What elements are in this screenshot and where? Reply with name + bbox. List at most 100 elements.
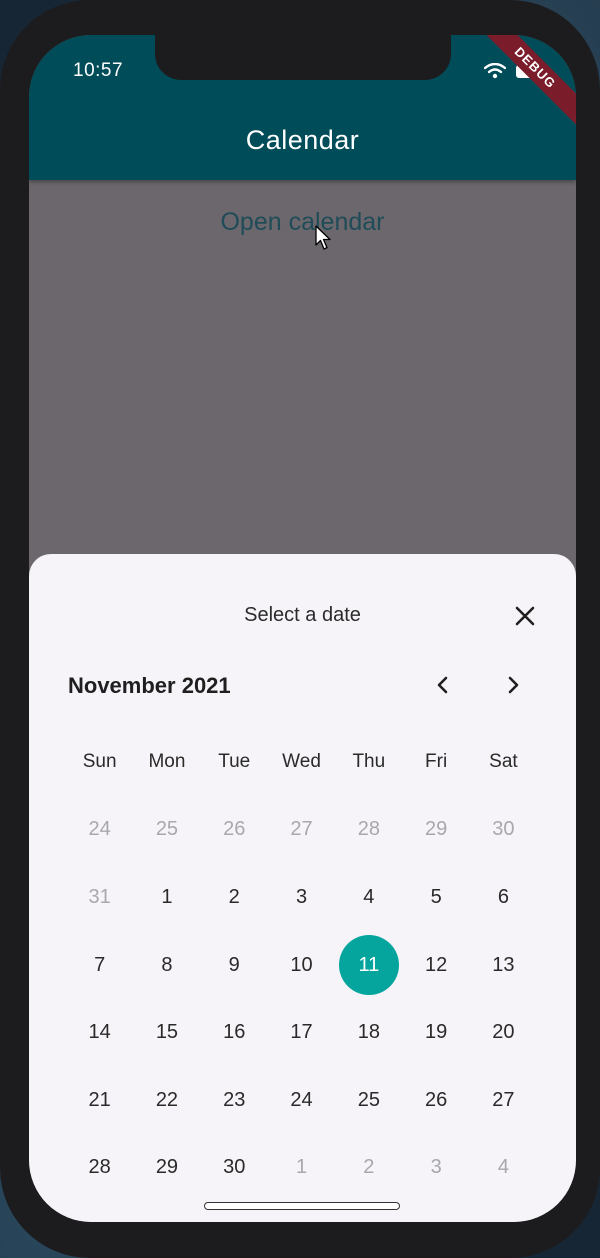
calendar-day[interactable]: 2 <box>335 1137 402 1197</box>
calendar-day[interactable]: 3 <box>268 867 335 927</box>
calendar-day-number: 23 <box>223 1088 246 1111</box>
calendar-day-number: 6 <box>497 885 509 908</box>
calendar-day[interactable]: 27 <box>470 1070 537 1130</box>
calendar-day-number: 15 <box>155 1020 179 1043</box>
calendar-day-number: 9 <box>228 953 240 976</box>
calendar-day-number: 31 <box>88 885 111 908</box>
mouse-pointer-icon <box>315 225 331 250</box>
calendar-day[interactable]: 18 <box>335 1002 402 1062</box>
weekday-label: Sat <box>489 751 518 772</box>
calendar-day-number: 3 <box>295 885 308 908</box>
calendar-day-number: 19 <box>425 1020 448 1043</box>
calendar-day[interactable]: 4 <box>335 867 402 927</box>
chevron-right-icon[interactable] <box>501 673 525 697</box>
calendar-day-number: 25 <box>155 817 179 840</box>
weekday-label: Sun <box>82 751 117 772</box>
sheet-title: Select a date <box>244 604 361 626</box>
date-picker-sheet: Select a date November 2021 Sun Mon Tue … <box>29 554 576 1222</box>
calendar-day[interactable]: 26 <box>402 1070 469 1130</box>
calendar-day-number: 12 <box>425 953 448 976</box>
calendar-day[interactable]: 5 <box>402 867 469 927</box>
calendar-day[interactable]: 27 <box>268 799 335 859</box>
calendar-week-row: 21 22 23 24 25 26 27 <box>66 1070 537 1130</box>
weekday-label: Fri <box>425 751 448 772</box>
calendar-week-row: 14 15 16 17 18 19 20 <box>66 1002 537 1062</box>
open-calendar-button[interactable]: Open calendar <box>29 208 576 237</box>
weekday-label: Wed <box>282 751 321 772</box>
calendar-day[interactable]: 26 <box>201 799 268 859</box>
calendar-day[interactable]: 19 <box>402 1002 469 1062</box>
calendar-day[interactable]: 15 <box>133 1002 200 1062</box>
calendar-day[interactable]: 6 <box>470 867 537 927</box>
calendar-day[interactable]: 16 <box>201 1002 268 1062</box>
calendar-day[interactable]: 21 <box>66 1070 133 1130</box>
calendar-day-number: 30 <box>223 1155 246 1178</box>
calendar-day[interactable]: 9 <box>201 935 268 995</box>
weekday-label: Mon <box>148 751 186 772</box>
calendar-day-number: 22 <box>155 1088 179 1111</box>
calendar-day-number: 26 <box>425 1088 448 1111</box>
app-bar-title: Calendar <box>245 125 360 155</box>
calendar-day[interactable]: 29 <box>133 1137 200 1197</box>
weekday-header-row: Sun Mon Tue Wed Thu Fri Sat <box>66 751 537 773</box>
weekday-label: Tue <box>218 751 251 772</box>
calendar-day[interactable]: 20 <box>470 1002 537 1062</box>
calendar-day-number: 29 <box>155 1155 179 1178</box>
calendar-day-number: 10 <box>290 953 313 976</box>
calendar-day-number: 18 <box>357 1020 380 1043</box>
calendar-day[interactable]: 1 <box>268 1137 335 1197</box>
calendar-week-row: 31 1 2 3 4 5 6 <box>66 867 537 927</box>
calendar-day-selected[interactable]: 11 <box>335 935 402 995</box>
status-time: 10:57 <box>73 60 124 81</box>
calendar-day-number: 7 <box>94 953 106 976</box>
calendar-week-row: 24 25 26 27 28 29 30 <box>66 799 537 859</box>
calendar-day-number: 29 <box>425 817 448 840</box>
calendar-day[interactable]: 7 <box>66 935 133 995</box>
calendar-day[interactable]: 8 <box>133 935 200 995</box>
calendar-day[interactable]: 12 <box>402 935 469 995</box>
calendar-day-number: 3 <box>430 1155 442 1178</box>
calendar-day[interactable]: 30 <box>201 1137 268 1197</box>
calendar-day[interactable]: 1 <box>133 867 200 927</box>
calendar-day-number: 21 <box>88 1088 111 1111</box>
calendar-day[interactable]: 31 <box>66 867 133 927</box>
phone-frame: Calendar 10:57 DEBUG Open calendar Selec… <box>0 0 600 1258</box>
calendar-day[interactable]: 23 <box>201 1070 268 1130</box>
calendar-day[interactable]: 29 <box>402 799 469 859</box>
calendar-day[interactable]: 4 <box>470 1137 537 1197</box>
calendar-day-number: 5 <box>430 885 442 908</box>
calendar-day[interactable]: 22 <box>133 1070 200 1130</box>
calendar-day[interactable]: 25 <box>335 1070 402 1130</box>
calendar-day[interactable]: 25 <box>133 799 200 859</box>
calendar-day-number: 4 <box>363 885 375 908</box>
calendar-day-number: 1 <box>161 885 173 908</box>
calendar-day[interactable]: 2 <box>201 867 268 927</box>
calendar-day-number: 30 <box>492 817 515 840</box>
calendar-week-row: 7 8 9 10 11 12 13 <box>66 935 537 995</box>
calendar-day[interactable]: 3 <box>402 1137 469 1197</box>
calendar-day[interactable]: 14 <box>66 1002 133 1062</box>
calendar-day-number: 13 <box>492 953 515 976</box>
close-icon[interactable] <box>513 604 537 628</box>
calendar-day-number: 27 <box>492 1088 515 1111</box>
calendar-day-number: 28 <box>88 1155 111 1178</box>
calendar-day-number: 26 <box>223 817 246 840</box>
wifi-icon <box>484 63 506 79</box>
calendar-day[interactable]: 24 <box>268 1070 335 1130</box>
chevron-left-icon[interactable] <box>431 673 455 697</box>
calendar-day[interactable]: 24 <box>66 799 133 859</box>
calendar-day-number: 16 <box>223 1020 246 1043</box>
calendar-day-number: 2 <box>363 1155 375 1178</box>
calendar-day-number: 20 <box>492 1020 515 1043</box>
calendar-day[interactable]: 28 <box>335 799 402 859</box>
calendar-day-number: 1 <box>295 1155 308 1178</box>
calendar-day[interactable]: 28 <box>66 1137 133 1197</box>
calendar-day[interactable]: 13 <box>470 935 537 995</box>
calendar-day-number: 14 <box>88 1020 111 1043</box>
calendar-day-number: 4 <box>497 1155 509 1178</box>
calendar-day-number: 27 <box>290 817 313 840</box>
calendar-day[interactable]: 17 <box>268 1002 335 1062</box>
calendar-day[interactable]: 10 <box>268 935 335 995</box>
calendar-day[interactable]: 30 <box>470 799 537 859</box>
weekday-label: Thu <box>352 751 386 772</box>
